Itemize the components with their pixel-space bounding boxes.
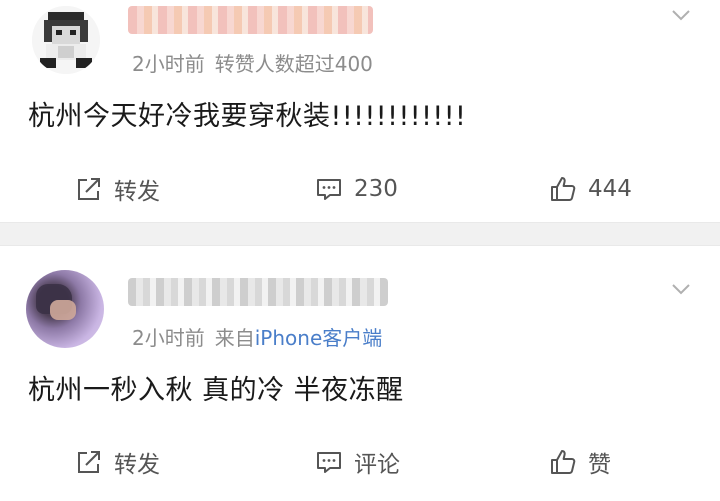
post-meta: 2小时前 来自iPhone客户端 (132, 322, 382, 351)
comment-icon (317, 452, 341, 473)
source-prefix: 来自 (214, 326, 255, 350)
post-time: 2小时前 (132, 52, 205, 76)
repost-button[interactable]: 转发 (74, 437, 160, 487)
comment-count: 230 (354, 176, 398, 202)
post-divider (0, 222, 720, 246)
repost-icon (78, 451, 100, 473)
post-time: 2小时前 (132, 326, 205, 350)
like-icon (551, 177, 576, 201)
like-icon (551, 450, 576, 474)
chevron-down-icon[interactable] (670, 278, 692, 300)
post-text: 杭州今天好冷我要穿秋装!!!!!!!!!!!! (28, 101, 467, 132)
repost-button[interactable]: 转发 (74, 164, 160, 214)
like-button[interactable]: 444 (548, 164, 632, 214)
post-card[interactable]: 2小时前 转赞人数超过400 杭州今天好冷我要穿秋装!!!!!!!!!!!! 转发… (0, 0, 720, 222)
like-label: 赞 (588, 452, 611, 478)
like-button[interactable]: 赞 (548, 437, 611, 487)
chevron-down-icon[interactable] (670, 4, 692, 26)
avatar[interactable] (26, 270, 104, 348)
post-meta: 2小时前 转赞人数超过400 (132, 48, 373, 77)
username-redacted[interactable] (128, 278, 388, 306)
post-info: 转赞人数超过400 (214, 52, 373, 76)
comment-button[interactable]: 评论 (314, 437, 400, 487)
repost-label: 转发 (114, 179, 160, 205)
repost-label: 转发 (114, 452, 160, 478)
username-redacted[interactable] (128, 6, 373, 34)
source-link[interactable]: iPhone客户端 (255, 326, 383, 350)
like-count: 444 (588, 176, 632, 202)
avatar[interactable] (32, 6, 100, 74)
action-bar: 转发 评论 赞 (0, 437, 720, 487)
comment-button[interactable]: 230 (314, 164, 398, 214)
post-text: 杭州一秒入秋 真的冷 半夜冻醒 (28, 375, 404, 406)
comment-icon (317, 179, 341, 200)
comment-label: 评论 (354, 452, 400, 478)
action-bar: 转发 230 444 (0, 164, 720, 214)
repost-icon (78, 178, 100, 200)
